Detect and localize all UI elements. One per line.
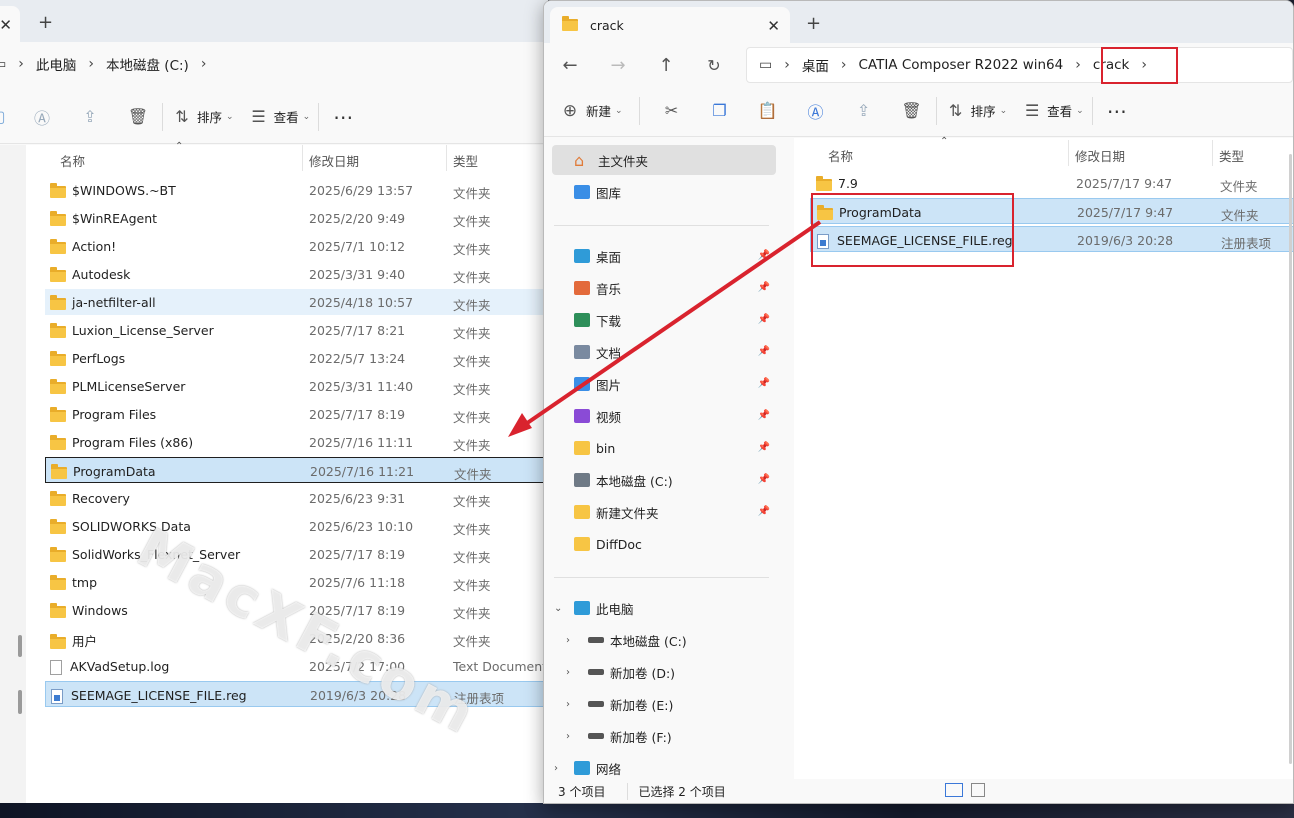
arrow-line <box>518 220 822 430</box>
arrow-annotation <box>508 220 822 437</box>
arrow-head-icon <box>508 413 532 437</box>
